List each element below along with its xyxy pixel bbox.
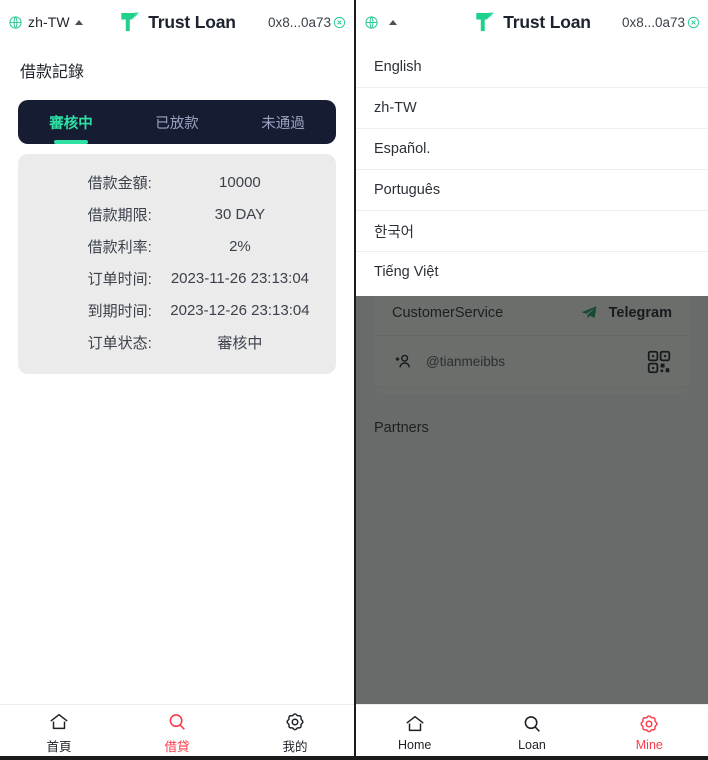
record-row-amount: 借款金額: 10000 xyxy=(34,166,320,198)
nav-item-loan[interactable]: 借貸 xyxy=(118,711,236,755)
gear-icon xyxy=(284,711,306,733)
language-option-vietnamese[interactable]: Tiếng Việt xyxy=(356,251,708,292)
home-icon xyxy=(48,711,70,733)
left-panel: zh-TW Trust Loan 0x8...0a73 借款記錄 審核中 已放款… xyxy=(0,0,354,760)
trust-loan-logo-icon xyxy=(473,10,497,34)
wallet-address: 0x8...0a73 xyxy=(267,14,331,30)
caret-up-icon xyxy=(74,19,83,25)
language-selector[interactable]: zh-TW xyxy=(8,14,94,30)
record-label: 订单状态: xyxy=(87,334,152,352)
right-bottom-nav: Home Loan Mine xyxy=(356,704,708,760)
brand-logo: Trust Loan xyxy=(473,10,591,34)
language-option-portugues[interactable]: Português xyxy=(356,169,708,210)
wallet-address-chip[interactable]: 0x8...0a73 xyxy=(268,15,346,30)
nav-item-mine[interactable]: Mine xyxy=(591,713,708,752)
record-row-status: 订单状态: 審核中 xyxy=(34,326,320,358)
wallet-address: 0x8...0a73 xyxy=(621,14,685,30)
record-value: 審核中 xyxy=(217,334,263,352)
language-dropdown-menu: English zh-TW Español. Português 한국어 Tiế… xyxy=(356,44,708,296)
tab-rejected[interactable]: 未通過 xyxy=(230,100,336,144)
left-bottom-nav: 首頁 借貸 我的 xyxy=(0,704,354,760)
record-label: 借款利率: xyxy=(87,238,152,256)
tab-label: 審核中 xyxy=(49,115,93,132)
nav-label: 首頁 xyxy=(46,739,72,754)
caret-up-icon xyxy=(389,19,397,25)
record-row-order-time: 订单时间: 2023-11-26 23:13:04 xyxy=(34,262,320,294)
record-label: 到期时间: xyxy=(87,302,152,320)
record-label: 订单时间: xyxy=(87,270,152,288)
nav-item-home[interactable]: Home xyxy=(356,713,473,752)
nav-label: Home xyxy=(397,738,432,752)
wallet-disconnect-icon[interactable] xyxy=(687,16,700,29)
nav-label: Mine xyxy=(635,738,663,752)
globe-icon xyxy=(364,15,379,30)
nav-label: 我的 xyxy=(282,739,308,754)
brand-name: Trust Loan xyxy=(148,11,236,32)
tab-label: 已放款 xyxy=(155,115,199,132)
tab-active-underline xyxy=(54,140,88,144)
wallet-disconnect-icon[interactable] xyxy=(333,16,346,29)
nav-label: 借貸 xyxy=(164,739,190,754)
record-value: 10000 xyxy=(219,173,261,191)
nav-label: Loan xyxy=(518,738,546,752)
record-label: 借款金額: xyxy=(87,174,152,192)
record-label: 借款期限: xyxy=(87,206,152,224)
right-panel: Trust Loan 0x8...0a73 Borrowing record xyxy=(354,0,708,760)
loan-record-card: 借款金額: 10000 借款期限: 30 DAY 借款利率: 2% 订单时间: … xyxy=(18,154,336,374)
tab-active-underline xyxy=(266,140,300,144)
language-selector[interactable] xyxy=(364,15,450,30)
tab-label: 未通過 xyxy=(261,115,305,132)
home-icon xyxy=(404,713,426,735)
nav-item-home[interactable]: 首頁 xyxy=(0,711,118,755)
brand-name: Trust Loan xyxy=(503,11,591,32)
record-row-rate: 借款利率: 2% xyxy=(34,230,320,262)
record-value: 2023-11-26 23:13:04 xyxy=(170,269,309,287)
nav-item-loan[interactable]: Loan xyxy=(473,713,590,752)
language-label: zh-TW xyxy=(28,14,70,30)
screenshot-stage: zh-TW Trust Loan 0x8...0a73 借款記錄 審核中 已放款… xyxy=(0,0,708,760)
brand-logo: Trust Loan xyxy=(118,10,236,34)
language-option-zh-tw[interactable]: zh-TW xyxy=(356,87,708,128)
right-app-header: Trust Loan 0x8...0a73 xyxy=(356,0,708,44)
record-value: 2023-12-26 23:13:04 xyxy=(170,301,310,319)
language-option-english[interactable]: English xyxy=(356,46,708,87)
wallet-address-chip[interactable]: 0x8...0a73 xyxy=(622,15,700,30)
bottom-edge-divider xyxy=(0,756,708,760)
record-value: 2% xyxy=(229,237,251,255)
page-title: 借款記錄 xyxy=(20,64,85,81)
nav-item-mine[interactable]: 我的 xyxy=(236,711,354,755)
record-row-due-time: 到期时间: 2023-12-26 23:13:04 xyxy=(34,294,320,326)
gear-icon xyxy=(638,713,660,735)
language-option-espanol[interactable]: Español. xyxy=(356,128,708,169)
tab-under-review[interactable]: 審核中 xyxy=(18,100,124,144)
record-row-term: 借款期限: 30 DAY xyxy=(34,198,320,230)
left-app-header: zh-TW Trust Loan 0x8...0a73 xyxy=(0,0,354,44)
tab-active-underline xyxy=(160,140,194,144)
language-option-korean[interactable]: 한국어 xyxy=(356,210,708,251)
tab-disbursed[interactable]: 已放款 xyxy=(124,100,230,144)
record-value: 30 DAY xyxy=(214,205,266,223)
search-icon xyxy=(521,713,543,735)
globe-icon xyxy=(8,15,23,30)
search-icon xyxy=(166,711,188,733)
record-status-tabs: 審核中 已放款 未通過 xyxy=(18,100,336,144)
trust-loan-logo-icon xyxy=(118,10,142,34)
